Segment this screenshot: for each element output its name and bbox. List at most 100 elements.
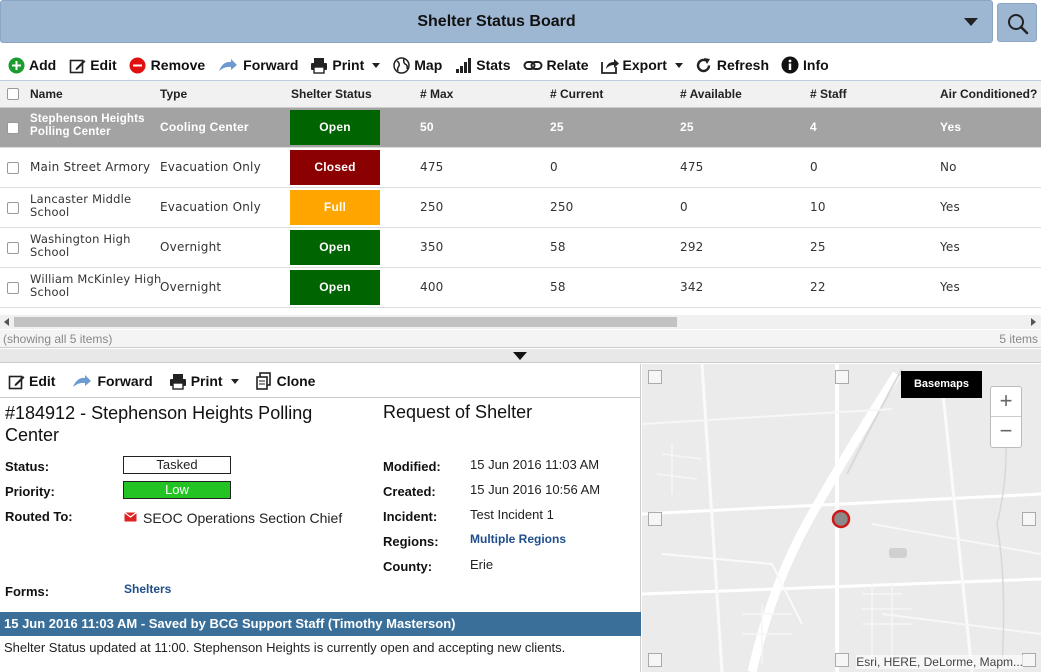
modified-date: 15 Jun 2016 11:03 AM: [470, 457, 600, 472]
column-header-available[interactable]: # Available: [680, 81, 742, 107]
detail-forward-button[interactable]: Forward: [71, 372, 153, 390]
info-button[interactable]: Info: [781, 56, 829, 74]
detail-edit-button[interactable]: Edit: [7, 372, 55, 390]
form-type: Request of Shelter: [383, 402, 533, 422]
priority-badge: Low: [123, 481, 231, 499]
shelter-marker[interactable]: [831, 509, 851, 529]
row-checkbox[interactable]: [7, 242, 19, 254]
search-button[interactable]: [997, 3, 1037, 42]
select-all-checkbox[interactable]: [7, 88, 19, 100]
created-date: 15 Jun 2016 10:56 AM: [470, 482, 601, 497]
collapse-arrow-icon[interactable]: [513, 352, 527, 360]
column-header-status[interactable]: Shelter Status: [291, 81, 372, 107]
row-checkbox[interactable]: [7, 202, 19, 214]
current-value: 250: [550, 200, 574, 214]
chevron-down-icon: [372, 62, 381, 68]
stats-label: Stats: [476, 57, 511, 73]
panel-splitter[interactable]: [0, 349, 1041, 363]
column-header-ac[interactable]: Air Conditioned?: [940, 81, 1037, 107]
status-badge: Closed: [290, 150, 380, 185]
remove-button[interactable]: Remove: [129, 56, 205, 74]
refresh-button[interactable]: Refresh: [695, 56, 769, 74]
ac-value: Yes: [940, 240, 960, 254]
table-row[interactable]: Washington High School Overnight Open 350…: [0, 228, 1041, 268]
column-header-max[interactable]: # Max: [420, 81, 453, 107]
shelter-name-line1: Lancaster Middle: [30, 192, 132, 206]
forward-button[interactable]: Forward: [217, 56, 298, 74]
scrollbar-thumb[interactable]: [14, 317, 677, 327]
shelter-type: Overnight: [160, 240, 222, 254]
map-canvas[interactable]: [642, 364, 1041, 672]
pan-southeast-icon[interactable]: [1022, 653, 1036, 667]
max-value: 400: [420, 280, 444, 294]
add-icon: [7, 56, 25, 74]
available-value: 0: [680, 200, 688, 214]
pan-north-icon[interactable]: [835, 370, 849, 384]
row-checkbox[interactable]: [7, 122, 19, 134]
forward-icon: [217, 56, 239, 74]
printer-icon: [169, 372, 187, 390]
staff-value: 10: [810, 200, 826, 214]
shelter-type: Evacuation Only: [160, 200, 261, 214]
export-icon: [600, 56, 619, 74]
table-row[interactable]: Main Street Armory Evacuation Only Close…: [0, 148, 1041, 188]
zoom-out-button[interactable]: −: [991, 417, 1021, 447]
bar-chart-icon: [454, 56, 472, 74]
shelter-grid: Name Type Shelter Status # Max # Current…: [0, 80, 1041, 308]
column-header-type[interactable]: Type: [160, 81, 187, 107]
board-selector[interactable]: Shelter Status Board: [0, 0, 993, 43]
column-header-staff[interactable]: # Staff: [810, 81, 847, 107]
scroll-right-icon[interactable]: [1031, 318, 1036, 326]
main-toolbar: Add Edit Remove Forward Print Map Stats …: [0, 52, 1041, 78]
pan-northwest-icon[interactable]: [648, 370, 662, 384]
table-row[interactable]: Lancaster Middle School Evacuation Only F…: [0, 188, 1041, 228]
add-button[interactable]: Add: [7, 56, 56, 74]
map-panel[interactable]: Basemaps + − Esri, HERE, DeLorme, Mapm..…: [642, 364, 1041, 672]
shelter-name: Main Street Armory: [30, 160, 151, 174]
map-button[interactable]: Map: [392, 56, 442, 74]
pan-south-icon[interactable]: [835, 653, 849, 667]
export-label: Export: [622, 57, 667, 73]
export-button[interactable]: Export: [600, 56, 683, 74]
print-label: Print: [190, 373, 223, 389]
basemaps-button[interactable]: Basemaps: [901, 371, 982, 398]
relate-button[interactable]: Relate: [523, 56, 589, 74]
detail-print-button[interactable]: Print: [169, 372, 239, 390]
column-header-current[interactable]: # Current: [550, 81, 603, 107]
item-count: 5 items: [999, 332, 1038, 346]
horizontal-scrollbar[interactable]: [0, 315, 1041, 329]
edit-button[interactable]: Edit: [68, 56, 117, 74]
table-row[interactable]: William McKinley High School Overnight Op…: [0, 268, 1041, 308]
shelter-type: Evacuation Only: [160, 160, 261, 174]
available-value: 342: [680, 280, 704, 294]
pan-east-icon[interactable]: [1022, 512, 1036, 526]
row-checkbox[interactable]: [7, 162, 19, 174]
forms-link[interactable]: Shelters: [124, 582, 171, 596]
column-header-name[interactable]: Name: [30, 81, 63, 107]
pan-west-icon[interactable]: [648, 512, 662, 526]
chevron-down-icon[interactable]: [964, 18, 978, 26]
routed-to: SEOC Operations Section Chief: [143, 510, 343, 526]
scroll-left-icon[interactable]: [4, 318, 9, 326]
status-badge: Open: [290, 230, 380, 265]
zoom-in-button[interactable]: +: [991, 387, 1021, 417]
print-button[interactable]: Print: [310, 56, 381, 74]
row-checkbox[interactable]: [7, 282, 19, 294]
shelter-type: Cooling Center: [160, 120, 249, 134]
priority-label: Priority:: [5, 484, 55, 499]
map-label: Map: [414, 57, 443, 73]
pan-southwest-icon[interactable]: [648, 653, 662, 667]
grid-header: Name Type Shelter Status # Max # Current…: [0, 80, 1041, 108]
table-row[interactable]: Stephenson Heights Polling Center Cooling…: [0, 108, 1041, 148]
shelter-name-line2: School: [30, 205, 70, 219]
status-badge: Tasked: [123, 456, 231, 474]
regions-link[interactable]: Multiple Regions: [470, 532, 566, 546]
shelter-name-line1: William McKinley High: [30, 272, 162, 286]
status-badge: Open: [290, 110, 380, 145]
showing-count: (showing all 5 items): [3, 332, 113, 346]
available-value: 475: [680, 160, 704, 174]
stats-button[interactable]: Stats: [454, 56, 511, 74]
edit-label: Edit: [29, 373, 56, 389]
detail-clone-button[interactable]: Clone: [255, 372, 315, 390]
detail-toolbar: Edit Forward Print Clone: [7, 372, 331, 390]
